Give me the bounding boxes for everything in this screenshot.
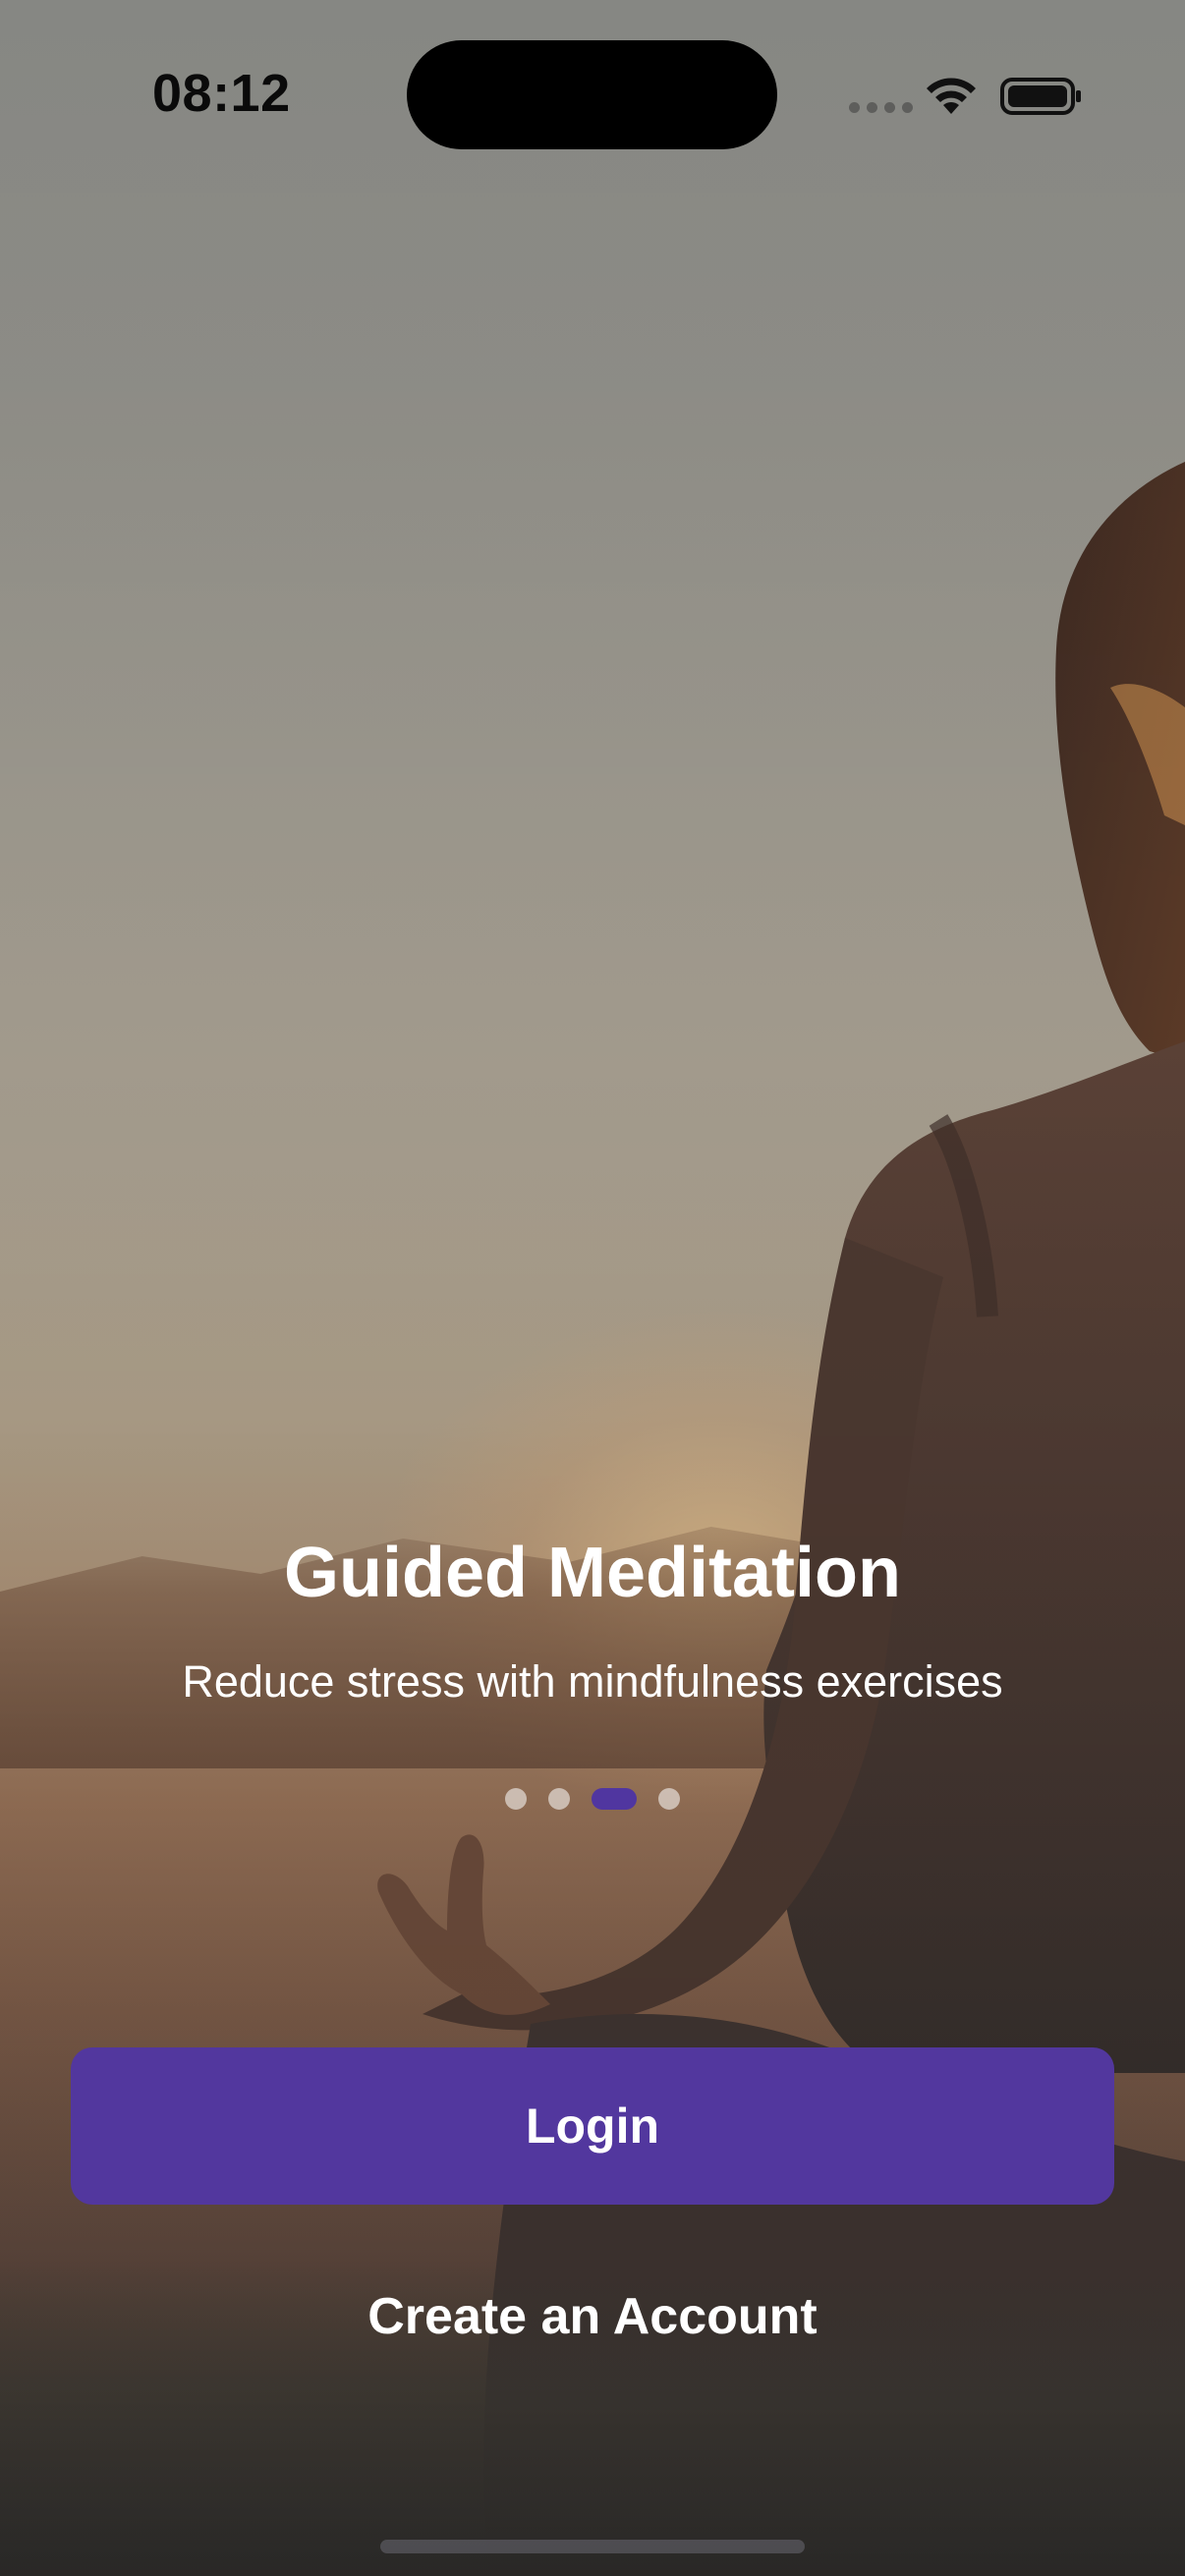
wifi-icon — [927, 78, 976, 114]
page-dot-1[interactable] — [505, 1788, 527, 1810]
login-button[interactable]: Login — [71, 2047, 1114, 2205]
status-bar: 08:12 — [0, 0, 1185, 187]
onboarding-title: Guided Meditation — [284, 1534, 901, 1612]
onboarding-screen: 08:12 Guided Meditation Reduce stress wi… — [0, 0, 1185, 2576]
dynamic-island — [407, 40, 777, 149]
battery-icon — [1000, 78, 1081, 115]
page-dot-3-active[interactable] — [592, 1788, 637, 1810]
onboarding-subtitle: Reduce stress with mindfulness exercises — [182, 1656, 1003, 1707]
page-dot-2[interactable] — [548, 1788, 570, 1810]
signal-icon — [849, 102, 913, 113]
status-time: 08:12 — [152, 64, 291, 123]
create-account-link[interactable]: Create an Account — [0, 2287, 1185, 2346]
page-dot-4[interactable] — [658, 1788, 680, 1810]
page-indicator[interactable] — [0, 1788, 1185, 1810]
home-indicator[interactable] — [380, 2540, 805, 2553]
